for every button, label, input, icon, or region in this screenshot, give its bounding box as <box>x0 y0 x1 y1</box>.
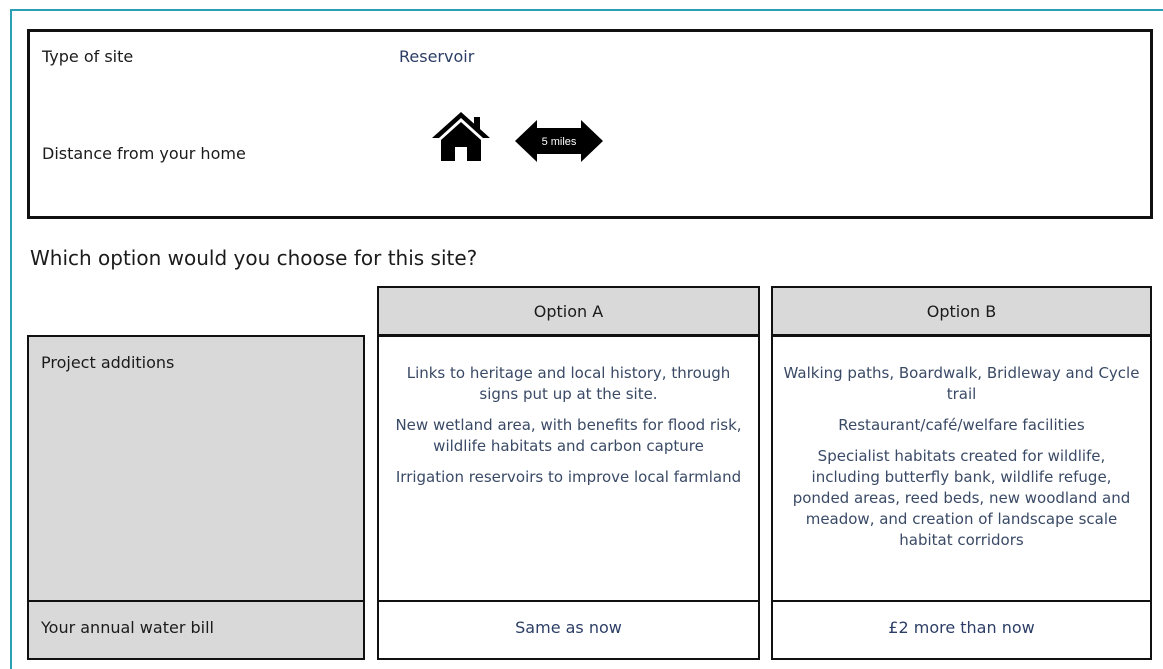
option-a-addition-item: New wetland area, with benefits for floo… <box>395 416 742 455</box>
option-a-header-label: Option A <box>533 301 604 321</box>
water-bill-label-cell: Your annual water bill <box>27 600 365 660</box>
option-b-addition-item: Restaurant/café/welfare facilities <box>838 416 1085 434</box>
option-a-bill-value: Same as now <box>515 618 622 637</box>
option-a-header[interactable]: Option A <box>377 286 760 336</box>
option-a-addition-item: Links to heritage and local history, thr… <box>406 364 731 403</box>
house-icon <box>432 112 490 161</box>
option-a-additions-cell[interactable]: Links to heritage and local history, thr… <box>377 335 760 602</box>
option-b-addition-item: Specialist habitats created for wildlife… <box>792 447 1131 549</box>
option-b-header[interactable]: Option B <box>771 286 1152 336</box>
water-bill-label: Your annual water bill <box>41 618 214 637</box>
option-b-additions-cell[interactable]: Walking paths, Boardwalk, Bridleway and … <box>771 335 1152 602</box>
project-additions-label-cell: Project additions <box>27 335 365 602</box>
question-heading: Which option would you choose for this s… <box>30 246 478 270</box>
option-a-bill-cell[interactable]: Same as now <box>377 600 760 660</box>
option-b-header-label: Option B <box>926 301 997 321</box>
option-b-addition-item: Walking paths, Boardwalk, Bridleway and … <box>783 364 1140 403</box>
distance-value: 5 miles <box>542 136 577 148</box>
site-type-label: Type of site <box>42 47 134 66</box>
double-arrow-icon: 5 miles <box>515 120 603 162</box>
site-type-value: Reservoir <box>399 47 475 66</box>
option-b-bill-value: £2 more than now <box>888 618 1035 637</box>
option-b-bill-cell[interactable]: £2 more than now <box>771 600 1152 660</box>
project-additions-label: Project additions <box>41 353 175 372</box>
option-a-addition-item: Irrigation reservoirs to improve local f… <box>395 468 742 486</box>
distance-label: Distance from your home <box>42 144 246 163</box>
